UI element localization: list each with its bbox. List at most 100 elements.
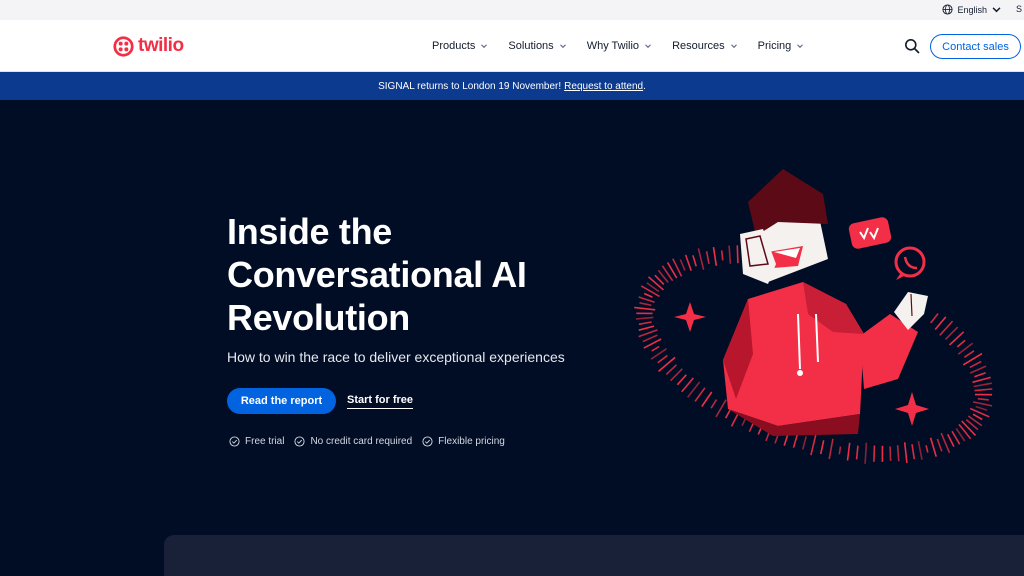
content-card-preview xyxy=(164,535,1024,576)
site-header: twilio Products Solutions Why Twilio Res… xyxy=(0,20,1024,72)
wave-bar xyxy=(647,276,664,291)
perk-item: No credit card required xyxy=(294,436,412,447)
chevron-down-icon xyxy=(992,7,1001,13)
wave-bar xyxy=(934,316,947,331)
wave-bar xyxy=(930,313,939,324)
chevron-down-icon xyxy=(797,44,804,49)
chevron-down-icon xyxy=(481,44,488,49)
wave-bar xyxy=(944,326,959,340)
utility-bar: English S xyxy=(0,0,1024,20)
nav-label: Why Twilio xyxy=(586,40,640,52)
chat-bubble-icon xyxy=(848,217,892,249)
wave-bar xyxy=(972,401,993,407)
wave-bar xyxy=(692,255,697,267)
language-label: English xyxy=(957,4,987,15)
banner-link[interactable]: Request to attend xyxy=(564,81,643,92)
nav-label: Solutions xyxy=(508,40,554,52)
wave-bar xyxy=(977,397,989,401)
wave-bar xyxy=(638,325,655,331)
wave-bar xyxy=(642,334,658,343)
wave-bar xyxy=(705,251,710,265)
wave-bar xyxy=(917,441,923,460)
wave-bar xyxy=(712,246,718,266)
wave-bar xyxy=(819,440,825,455)
wave-bar xyxy=(665,364,678,375)
wave-bar xyxy=(670,368,683,382)
twilio-logo-icon xyxy=(113,35,134,57)
wave-bar xyxy=(635,316,654,320)
nav-solutions[interactable]: Solutions xyxy=(508,40,566,52)
nav-pricing[interactable]: Pricing xyxy=(758,40,805,52)
check-circle-icon xyxy=(294,436,305,447)
wave-bar xyxy=(694,387,706,402)
hero-illustration xyxy=(634,169,993,464)
wave-bar xyxy=(972,376,991,384)
wave-bar xyxy=(679,259,686,271)
wave-bar xyxy=(801,436,807,450)
utility-edge-text: S xyxy=(1015,4,1022,14)
wave-bar xyxy=(681,377,695,393)
wave-bar xyxy=(973,382,993,388)
wave-bar xyxy=(686,381,701,398)
wave-bar xyxy=(684,254,692,271)
nav-why-twilio[interactable]: Why Twilio xyxy=(587,40,652,52)
wave-bar xyxy=(657,354,668,364)
banner-suffix: . xyxy=(643,80,646,92)
wave-bar xyxy=(701,391,713,407)
chevron-down-icon xyxy=(730,44,737,49)
hero-subtitle: How to win the race to deliver exception… xyxy=(227,349,565,365)
check-circle-icon xyxy=(422,436,433,447)
search-icon[interactable] xyxy=(904,38,920,54)
read-report-button[interactable]: Read the report xyxy=(227,388,336,414)
wave-bar xyxy=(911,444,916,460)
wave-bar xyxy=(640,285,660,298)
chevron-down-icon xyxy=(559,44,566,49)
nav-label: Resources xyxy=(672,40,725,52)
perk-list: Free trial No credit card required Flexi… xyxy=(229,436,505,447)
announcement-banner: SIGNAL returns to London 19 November! Re… xyxy=(0,72,1024,100)
sparkle-icon xyxy=(674,302,706,332)
hero-title: Inside the Conversational AI Revolution xyxy=(227,211,527,338)
wave-bar xyxy=(903,442,908,463)
nav-label: Products xyxy=(432,40,476,52)
contact-sales-button[interactable]: Contact sales xyxy=(930,34,1021,59)
perk-item: Flexible pricing xyxy=(422,436,505,447)
logo-wordmark: twilio xyxy=(138,35,184,56)
wave-bar xyxy=(638,321,652,326)
wave-bar xyxy=(974,388,993,392)
nav-products[interactable]: Products xyxy=(432,40,488,52)
wave-bar xyxy=(676,374,687,386)
wave-bar xyxy=(638,296,655,303)
globe-icon xyxy=(942,4,954,15)
start-free-link[interactable]: Start for free xyxy=(347,394,414,409)
wave-bar xyxy=(969,360,982,369)
chevron-down-icon xyxy=(645,44,651,49)
wave-bar xyxy=(855,445,859,460)
wave-bar xyxy=(720,250,724,261)
wave-bar xyxy=(972,413,983,421)
wave-bar xyxy=(873,445,876,462)
wave-bar xyxy=(925,445,929,453)
whatsapp-icon xyxy=(894,246,926,280)
wave-bar xyxy=(728,245,732,264)
language-selector[interactable]: English xyxy=(942,4,1002,15)
perk-item: Free trial xyxy=(229,436,284,447)
nav-resources[interactable]: Resources xyxy=(672,40,738,52)
perk-label: No credit card required xyxy=(310,436,413,447)
wave-bar xyxy=(974,372,986,378)
perk-label: Free trial xyxy=(245,436,285,447)
wave-bar xyxy=(946,433,955,447)
twilio-logo[interactable]: twilio xyxy=(113,35,184,57)
character-figure xyxy=(723,169,928,436)
wave-bar xyxy=(697,248,705,270)
wave-bar xyxy=(969,365,987,374)
nav-label: Pricing xyxy=(757,40,792,52)
wave-bar xyxy=(956,339,966,348)
wave-bar xyxy=(961,420,977,436)
wave-bar xyxy=(889,446,892,461)
wave-bar xyxy=(963,350,975,358)
wave-bar xyxy=(810,434,817,456)
wave-bar xyxy=(634,306,656,311)
banner-text: SIGNAL returns to London 19 November! xyxy=(378,80,562,92)
perk-label: Flexible pricing xyxy=(438,436,505,447)
